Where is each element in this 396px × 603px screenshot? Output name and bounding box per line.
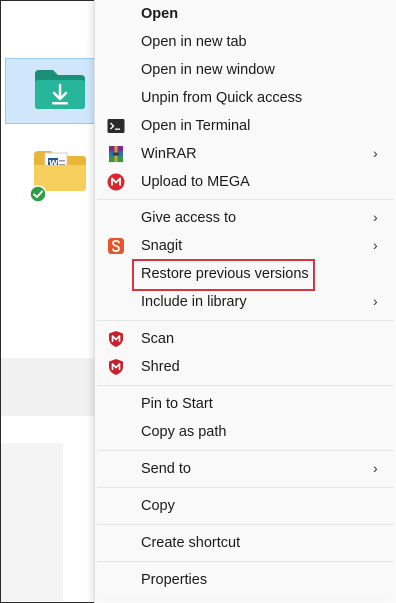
chevron-right-icon: › xyxy=(373,460,378,476)
terminal-icon xyxy=(107,119,125,133)
menu-item-pin-to-start[interactable]: Pin to Start xyxy=(95,391,395,417)
menu-item-label: Give access to xyxy=(141,210,237,226)
menu-item-label: Pin to Start xyxy=(141,396,213,412)
menu-item-copy[interactable]: Copy xyxy=(95,493,395,519)
menu-item-label: Include in library xyxy=(141,294,247,310)
menu-item-label: Shred xyxy=(141,359,180,375)
menu-item-include-in-library[interactable]: Include in library › xyxy=(95,289,395,315)
menu-item-give-access[interactable]: Give access to › xyxy=(95,205,395,231)
menu-item-label: Copy as path xyxy=(141,424,227,440)
highlight-box xyxy=(132,259,315,291)
menu-item-label: Open in new window xyxy=(141,62,275,78)
menu-separator xyxy=(97,450,393,451)
chevron-right-icon: › xyxy=(373,293,378,309)
menu-item-open-new-window[interactable]: Open in new window xyxy=(95,57,395,83)
menu-item-label: WinRAR xyxy=(141,146,197,162)
menu-item-unpin-quick-access[interactable]: Unpin from Quick access xyxy=(95,85,395,111)
mega-icon xyxy=(107,173,125,191)
green-check-icon xyxy=(29,185,47,203)
menu-item-winrar[interactable]: WinRAR › xyxy=(95,141,395,167)
menu-item-create-shortcut[interactable]: Create shortcut xyxy=(95,530,395,556)
menu-item-label: Snagit xyxy=(141,238,183,254)
menu-item-open-new-tab[interactable]: Open in new tab xyxy=(95,29,395,55)
menu-item-label: Open in new tab xyxy=(141,34,247,50)
mcafee-icon xyxy=(109,359,123,375)
menu-item-scan[interactable]: Scan xyxy=(95,326,395,352)
chevron-right-icon: › xyxy=(373,237,378,253)
menu-item-label: Properties xyxy=(141,572,208,588)
context-menu: Open Open in new tab Open in new window … xyxy=(94,0,396,603)
menu-item-copy-as-path[interactable]: Copy as path xyxy=(95,419,395,445)
chevron-right-icon: › xyxy=(373,145,378,161)
background-panel xyxy=(1,358,94,416)
menu-item-label: Scan xyxy=(141,331,175,347)
menu-separator xyxy=(97,524,393,525)
menu-item-send-to[interactable]: Send to › xyxy=(95,456,395,482)
menu-separator xyxy=(97,561,393,562)
menu-item-open-terminal[interactable]: Open in Terminal xyxy=(95,113,395,139)
menu-item-snagit[interactable]: Snagit › xyxy=(95,233,395,259)
background-panel-lower xyxy=(1,443,63,601)
winrar-icon xyxy=(109,146,123,163)
background-strip xyxy=(100,596,390,601)
menu-item-open[interactable]: Open xyxy=(95,1,395,27)
menu-item-label: Send to xyxy=(141,461,191,477)
downloads-folder-icon[interactable] xyxy=(33,68,87,110)
menu-item-label: Create shortcut xyxy=(141,535,241,551)
menu-item-label: Unpin from Quick access xyxy=(141,90,303,106)
menu-separator xyxy=(97,487,393,488)
menu-item-label: Upload to MEGA xyxy=(141,174,250,190)
chevron-right-icon: › xyxy=(373,209,378,225)
menu-separator xyxy=(97,385,393,386)
mcafee-icon xyxy=(109,331,123,347)
snagit-icon xyxy=(108,238,124,254)
menu-item-upload-mega[interactable]: Upload to MEGA xyxy=(95,169,395,195)
menu-item-label: Open xyxy=(141,6,179,22)
menu-separator xyxy=(97,199,393,200)
menu-item-shred[interactable]: Shred xyxy=(95,354,395,380)
menu-item-properties[interactable]: Properties xyxy=(95,567,395,593)
menu-separator xyxy=(97,320,393,321)
menu-item-label: Copy xyxy=(141,498,175,514)
menu-item-label: Open in Terminal xyxy=(141,118,251,134)
